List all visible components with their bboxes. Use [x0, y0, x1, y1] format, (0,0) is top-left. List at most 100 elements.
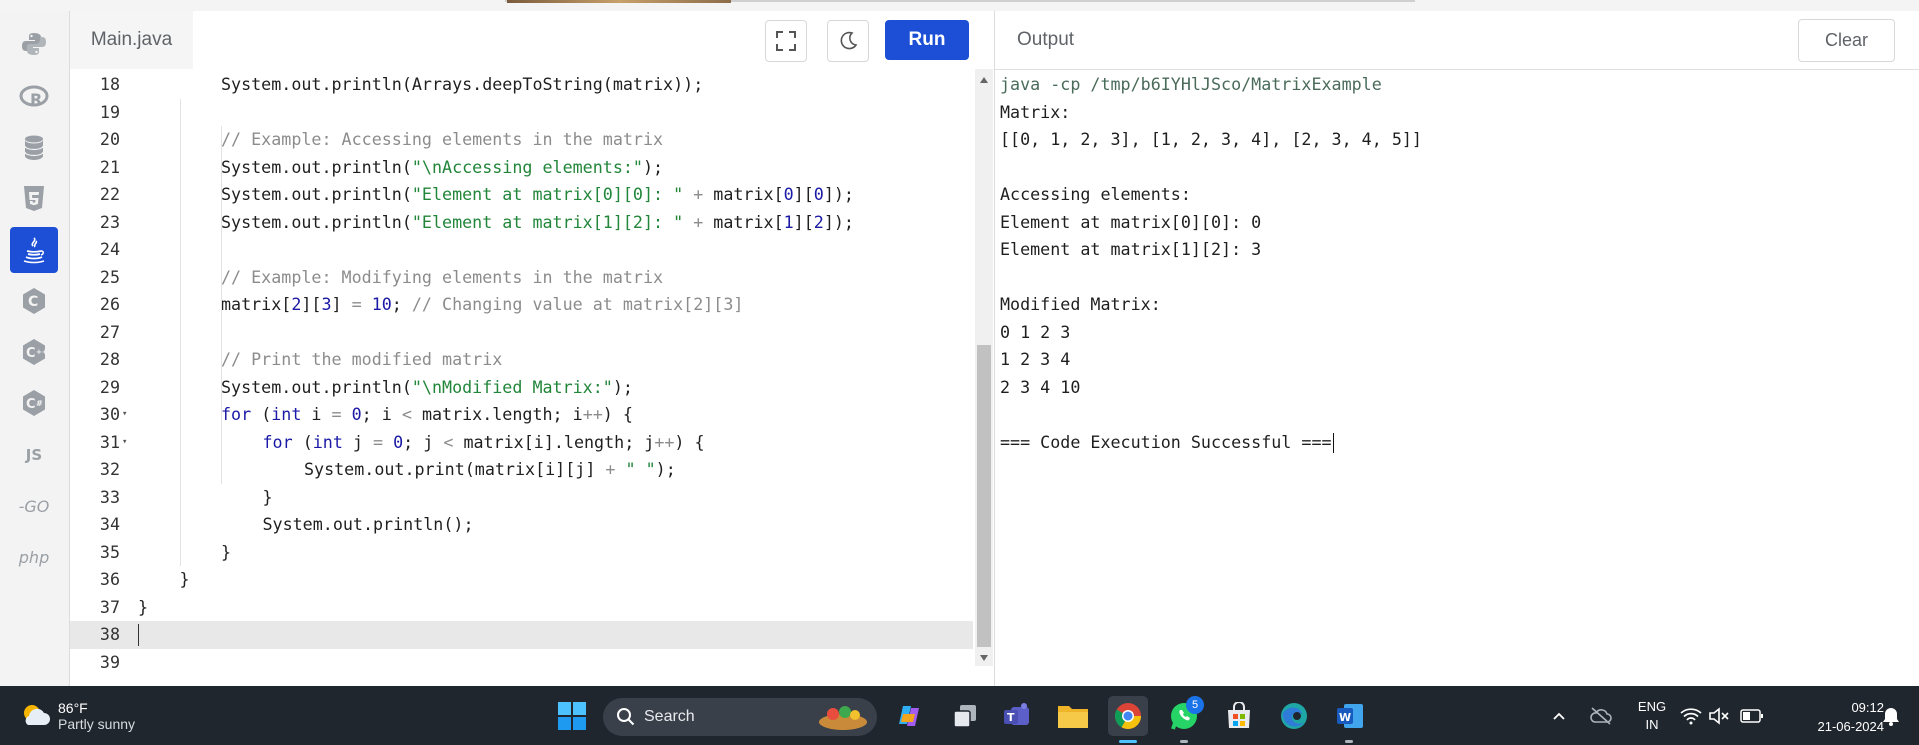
teams-icon[interactable]: T [997, 696, 1037, 736]
line-number: 33 [99, 486, 120, 507]
go-icon[interactable]: -GO [10, 483, 58, 529]
output-line: Modified Matrix: [1000, 294, 1161, 314]
go-label: -GO [18, 496, 50, 516]
volume-muted-icon[interactable] [1705, 696, 1733, 736]
line-number: 21 [99, 156, 120, 177]
code-line[interactable]: 39 [70, 649, 973, 677]
code-line[interactable]: 24 [70, 236, 973, 264]
line-number: 38 [99, 624, 120, 644]
weather-widget[interactable]: 86°F Partly sunny [18, 686, 135, 745]
cpp-icon[interactable]: C ++ [10, 329, 58, 375]
indent-guide [179, 98, 181, 566]
code-line[interactable]: 34 System.out.println(); [70, 511, 973, 539]
python-icon[interactable] [10, 21, 58, 67]
code-line[interactable]: 35} [70, 539, 973, 567]
code-line[interactable]: 38 [70, 621, 973, 649]
java-icon[interactable] [10, 227, 58, 273]
word-icon[interactable]: W [1330, 696, 1370, 736]
chevron-up-icon[interactable] [1542, 696, 1576, 736]
fullscreen-button[interactable] [765, 20, 807, 62]
code-text: System.out.println(); [262, 514, 474, 534]
code-line[interactable]: 28 // Print the modified matrix [70, 346, 973, 374]
weather-temp: 86°F [58, 699, 88, 716]
search-label: Search [644, 708, 695, 725]
fold-toggle-icon[interactable]: ▾ [122, 429, 127, 457]
taskbar-search[interactable]: Search [603, 698, 877, 736]
code-line[interactable]: 27 [70, 319, 973, 347]
scrollbar-thumb[interactable] [977, 345, 991, 647]
code-line[interactable]: 29 System.out.println("\nModified Matrix:… [70, 374, 973, 402]
c-icon[interactable]: C [10, 278, 58, 324]
php-label: php [18, 547, 50, 567]
wifi-icon[interactable] [1677, 696, 1705, 736]
fold-toggle-icon[interactable]: ▾ [122, 401, 127, 429]
code-line[interactable]: 36} [70, 566, 973, 594]
php-icon[interactable]: php [10, 534, 58, 580]
line-number: 22 [99, 184, 120, 204]
lang-code: ENG [1637, 699, 1667, 714]
file-explorer-icon[interactable] [1053, 696, 1093, 736]
code-line[interactable]: 21 System.out.println("\nAccessing elemen… [70, 154, 973, 182]
code-line[interactable]: 19 [70, 99, 973, 127]
pane-divider[interactable] [994, 11, 995, 686]
code-text: for (int j = 0; j < matrix[i].length; j+… [262, 431, 705, 452]
file-tab[interactable]: Main.java [70, 11, 193, 69]
microsoft-store-icon[interactable] [1219, 696, 1259, 736]
code-line[interactable]: 26 matrix[2][3] = 10; // Changing value a… [70, 291, 973, 319]
partly-sunny-icon [24, 704, 50, 725]
javascript-icon[interactable]: JS [10, 432, 58, 478]
code-text: System.out.println("\nModified Matrix:")… [221, 376, 633, 397]
lang-region: IN [1645, 717, 1659, 732]
run-button[interactable]: Run [885, 20, 969, 60]
battery-icon[interactable] [1738, 696, 1766, 736]
copilot-icon[interactable] [889, 696, 929, 736]
task-view-icon[interactable] [945, 696, 985, 736]
csharp-icon[interactable]: C # [10, 380, 58, 426]
line-number: 31 [99, 431, 120, 452]
code-text: } [179, 569, 190, 589]
word-running-indicator [1345, 740, 1353, 743]
code-line[interactable]: 30 ▾ for (int i = 0; i < matrix.length; i+… [70, 401, 973, 429]
line-number: 28 [99, 349, 120, 369]
code-line[interactable]: 37} [70, 594, 973, 622]
output-line: [[0, 1, 2, 3], [1, 2, 3, 4], [2, 3, 4, 5… [1000, 129, 1422, 149]
output-line: === Code Execution Successful === [1000, 431, 1334, 453]
chrome-icon[interactable] [1108, 696, 1148, 736]
code-line[interactable]: 33} [70, 484, 973, 512]
html5-icon[interactable] [10, 176, 58, 222]
windows-start-icon[interactable] [552, 696, 592, 736]
taskbar: 86°F Partly sunny Search T 5 W ENG IN 09… [0, 686, 1919, 745]
code-line[interactable]: 25 // Example: Modifying elements in the … [70, 264, 973, 292]
clock[interactable]: 09:12 21-06-2024 [1780, 698, 1885, 736]
output-line: 1 2 3 4 [1000, 349, 1081, 369]
clear-button[interactable]: Clear [1798, 19, 1895, 62]
edge-icon[interactable] [1274, 696, 1314, 736]
language-sidebar: R C C ++ C # JS -GO php [0, 11, 70, 686]
code-editor[interactable]: 18 System.out.println(Arrays.deepToString… [70, 69, 994, 686]
svg-text:C: C [28, 294, 38, 310]
theme-toggle-button[interactable] [827, 20, 869, 62]
code-text: System.out.println("\nAccessing elements… [221, 156, 664, 177]
code-line[interactable]: 18 System.out.println(Arrays.deepToString… [70, 71, 973, 99]
line-number: 37 [99, 596, 120, 617]
output-console[interactable]: java -cp /tmp/b6IYHlJSco/MatrixExample Ma… [1000, 69, 1910, 686]
code-line[interactable]: 32 System.out.print(matrix[i][j] + " "); [70, 456, 973, 484]
scroll-down-arrow-icon[interactable] [980, 655, 988, 661]
scroll-up-arrow-icon[interactable] [980, 77, 988, 83]
database-icon[interactable] [10, 125, 58, 171]
svg-text:W: W [1339, 711, 1351, 724]
svg-text:R: R [30, 90, 42, 109]
code-line[interactable]: 31 ▾ for (int j = 0; j < matrix[i].length;… [70, 429, 973, 457]
chrome-active-indicator [1119, 740, 1137, 743]
code-line[interactable]: 20 // Example: Accessing elements in the … [70, 126, 973, 154]
code-line[interactable]: 22 System.out.println("Element at matrix[… [70, 181, 973, 209]
notification-bell-icon[interactable] [1876, 696, 1906, 736]
r-icon[interactable]: R [10, 74, 58, 120]
code-line[interactable]: 23 System.out.println("Element at matrix[… [70, 209, 973, 237]
editor-scrollbar[interactable] [975, 69, 993, 666]
language-indicator[interactable]: ENG IN [1632, 698, 1672, 734]
line-number: 39 [99, 651, 120, 672]
fullscreen-icon [776, 31, 796, 51]
code-text: } [221, 541, 232, 562]
cloud-offline-icon[interactable] [1584, 696, 1618, 736]
